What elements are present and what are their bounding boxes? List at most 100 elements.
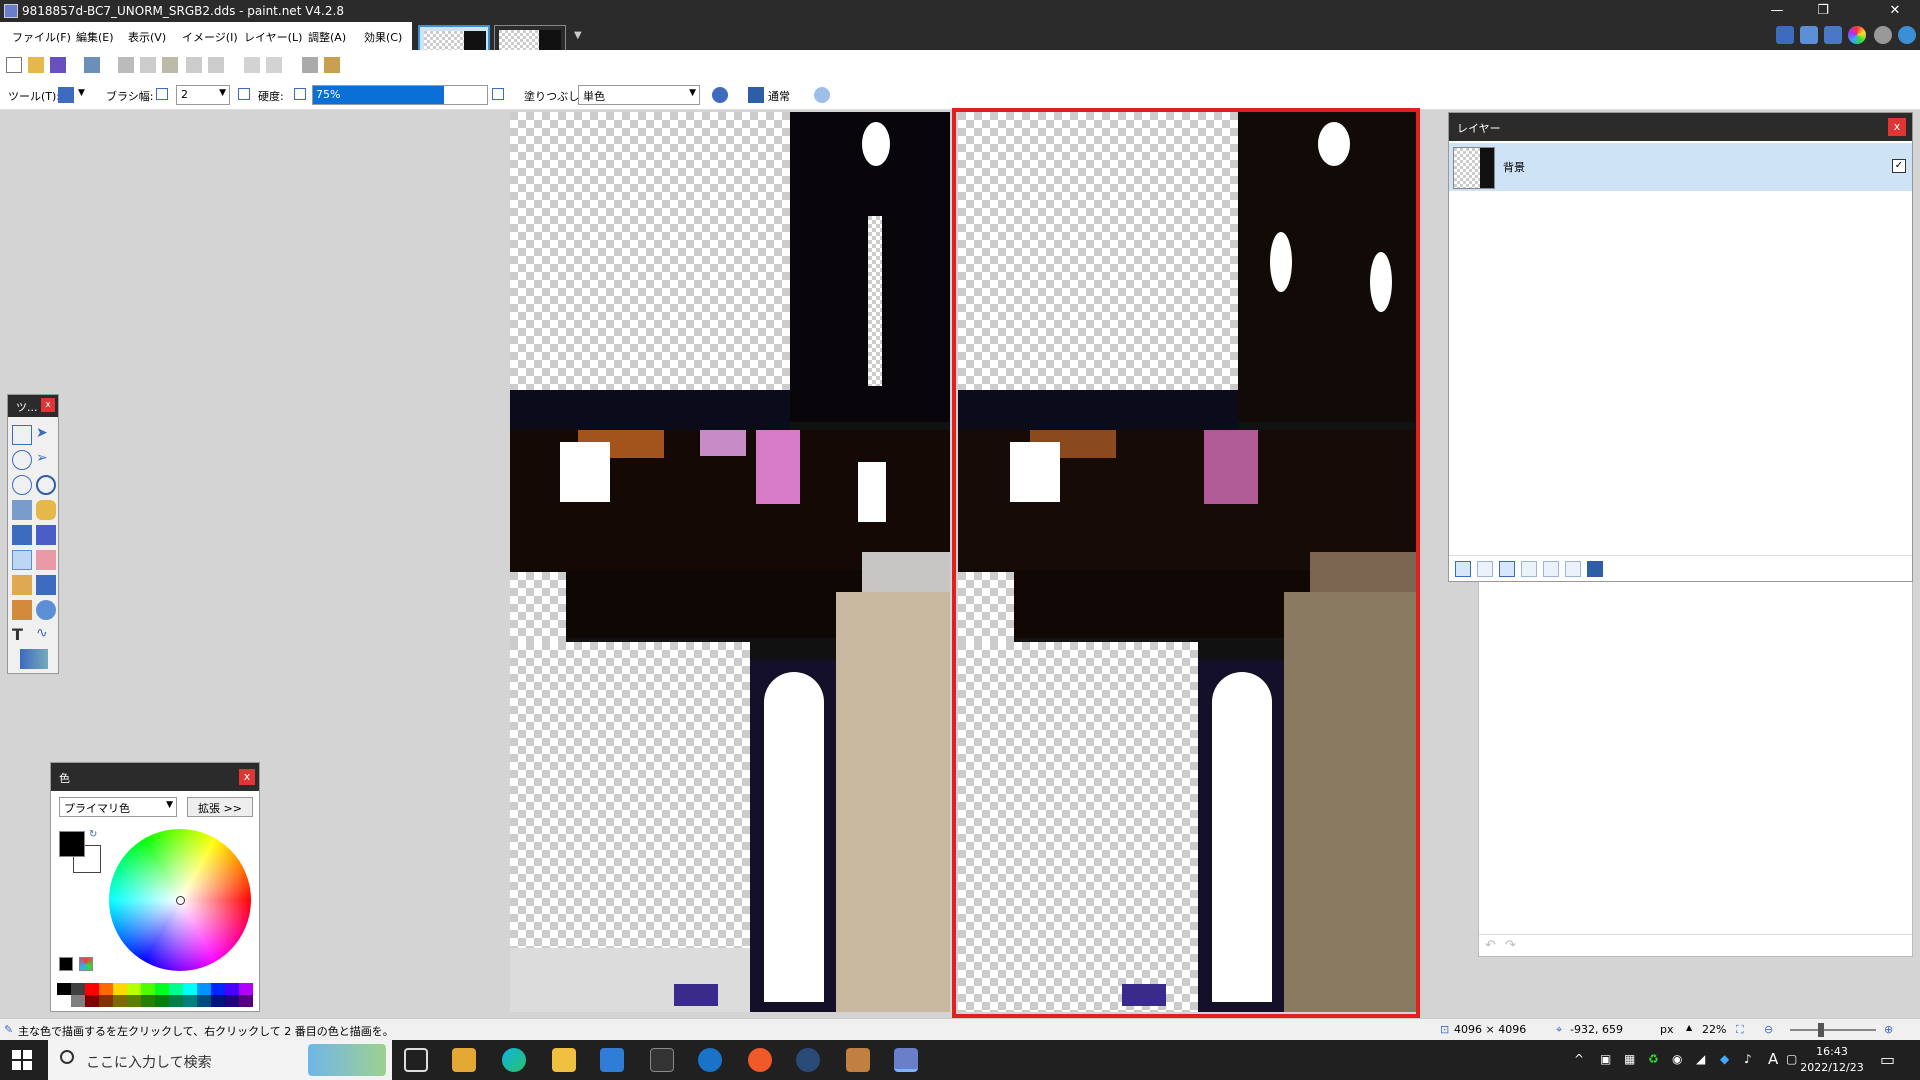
help-icon[interactable] bbox=[1898, 26, 1916, 44]
pan-tool-icon[interactable] bbox=[36, 500, 56, 520]
antialiasing-icon[interactable] bbox=[712, 87, 728, 103]
duplicate-layer-icon[interactable] bbox=[1499, 561, 1515, 577]
zoom-in-icon[interactable]: ⊕ bbox=[1884, 1023, 1893, 1036]
palette-swatch[interactable] bbox=[57, 995, 71, 1007]
tools-window-icon[interactable] bbox=[1776, 26, 1794, 44]
deselect-icon[interactable] bbox=[208, 57, 224, 73]
palette-swatch[interactable] bbox=[169, 983, 183, 995]
print-icon[interactable] bbox=[84, 57, 100, 73]
recolor-tool-icon[interactable] bbox=[36, 600, 56, 620]
palette-swatch[interactable] bbox=[225, 983, 239, 995]
ruler-icon[interactable] bbox=[324, 57, 340, 73]
reset-colors-icon[interactable] bbox=[59, 957, 73, 971]
close-icon[interactable]: x bbox=[239, 769, 255, 785]
palette-swatch[interactable] bbox=[183, 995, 197, 1007]
ellipse-select-tool-icon[interactable] bbox=[12, 475, 32, 495]
palette-swatch[interactable] bbox=[71, 995, 85, 1007]
rectangle-select-tool-icon[interactable] bbox=[12, 425, 32, 445]
origin-icon[interactable] bbox=[748, 1048, 772, 1072]
palette-swatch[interactable] bbox=[85, 983, 99, 995]
save-icon[interactable] bbox=[50, 57, 66, 73]
tab-overflow-icon[interactable]: ▼ bbox=[574, 30, 582, 41]
game-app-icon[interactable] bbox=[846, 1048, 870, 1072]
tools-panel-header[interactable]: ツ... x bbox=[8, 395, 58, 417]
move-up-icon[interactable] bbox=[1543, 561, 1559, 577]
expand-button[interactable]: 拡張 >> bbox=[187, 797, 253, 817]
clock[interactable]: 16:43 2022/12/23 bbox=[1800, 1044, 1864, 1076]
layer-properties-icon[interactable] bbox=[1587, 561, 1603, 577]
palette-swatch[interactable] bbox=[211, 995, 225, 1007]
network-icon[interactable]: ◢ bbox=[1696, 1052, 1705, 1066]
move-down-icon[interactable] bbox=[1565, 561, 1581, 577]
steam-icon[interactable] bbox=[796, 1048, 820, 1072]
palette-swatch[interactable] bbox=[225, 995, 239, 1007]
redo-icon[interactable] bbox=[266, 57, 282, 73]
paintbrush-tool-icon[interactable] bbox=[12, 550, 32, 570]
palette-swatch[interactable] bbox=[99, 983, 113, 995]
speaker-icon[interactable]: ♪ bbox=[1744, 1052, 1752, 1066]
restore-button[interactable]: ❐ bbox=[1800, 0, 1846, 22]
open-folder-icon[interactable] bbox=[28, 57, 44, 73]
paintnet-taskbar-icon[interactable] bbox=[894, 1048, 918, 1072]
palette-swatch[interactable] bbox=[127, 995, 141, 1007]
palette-swatch[interactable] bbox=[169, 995, 183, 1007]
shapes-tool-icon[interactable] bbox=[20, 649, 48, 669]
swap-colors-icon[interactable]: ↻ bbox=[89, 829, 97, 840]
palette-swatch[interactable] bbox=[141, 983, 155, 995]
close-icon[interactable]: x bbox=[41, 398, 55, 412]
alpha-blending-icon[interactable] bbox=[814, 87, 830, 103]
color-wheel[interactable] bbox=[109, 829, 251, 971]
units-selector[interactable]: px bbox=[1660, 1023, 1674, 1036]
palette-swatch[interactable] bbox=[197, 995, 211, 1007]
gradient-tool-icon[interactable] bbox=[36, 525, 56, 545]
layer-item[interactable]: 背景 ✓ bbox=[1449, 143, 1912, 191]
text-tool-icon[interactable]: T bbox=[12, 625, 32, 645]
recycle-tray-icon[interactable]: ♻ bbox=[1648, 1052, 1659, 1066]
edge-browser-icon[interactable] bbox=[502, 1048, 526, 1072]
media-player-icon[interactable] bbox=[452, 1048, 476, 1072]
palette-swatch[interactable] bbox=[141, 995, 155, 1007]
decrease-width-icon[interactable] bbox=[156, 88, 168, 100]
palette-swatch[interactable] bbox=[127, 983, 141, 995]
hardness-slider[interactable]: 75% bbox=[312, 85, 488, 105]
bluetooth-icon[interactable]: ◆ bbox=[1720, 1052, 1729, 1066]
palette-swatch[interactable] bbox=[183, 983, 197, 995]
paint-bucket-tool-icon[interactable] bbox=[12, 525, 32, 545]
primary-color-swatch[interactable] bbox=[59, 831, 85, 857]
zoom-tool-icon[interactable] bbox=[36, 475, 56, 495]
undo-icon[interactable] bbox=[244, 57, 260, 73]
palette-swatch[interactable] bbox=[211, 983, 225, 995]
windows-start-icon[interactable] bbox=[12, 1050, 32, 1070]
palette-swatch[interactable] bbox=[57, 983, 71, 995]
line-curve-tool-icon[interactable]: ∿ bbox=[36, 625, 56, 645]
menu-layers[interactable]: レイヤー(L) bbox=[244, 29, 302, 45]
increase-width-icon[interactable] bbox=[238, 88, 250, 100]
palette-menu-icon[interactable] bbox=[79, 957, 93, 971]
undo-icon[interactable]: ↶ bbox=[1485, 938, 1496, 953]
menu-image[interactable]: イメージ(I) bbox=[182, 29, 238, 45]
palette-swatch[interactable] bbox=[113, 995, 127, 1007]
layers-panel-header[interactable]: レイヤー x bbox=[1449, 113, 1912, 141]
delete-layer-icon[interactable] bbox=[1477, 561, 1493, 577]
paintbrush-tool-icon[interactable] bbox=[58, 87, 74, 103]
palette-swatch[interactable] bbox=[113, 983, 127, 995]
display-tray-icon[interactable]: ▦ bbox=[1624, 1052, 1635, 1066]
pencil-tool-icon[interactable] bbox=[12, 575, 32, 595]
menu-adjustments[interactable]: 調整(A) bbox=[308, 29, 346, 45]
new-file-icon[interactable] bbox=[6, 57, 22, 73]
lasso-select-tool-icon[interactable] bbox=[12, 450, 32, 470]
steam-tray-icon[interactable]: ◉ bbox=[1672, 1052, 1682, 1066]
minimize-button[interactable]: — bbox=[1754, 0, 1800, 22]
epic-tray-icon[interactable]: ▣ bbox=[1600, 1052, 1611, 1066]
paste-icon[interactable] bbox=[162, 57, 178, 73]
clipboard-tray-icon[interactable]: ▢ bbox=[1786, 1052, 1797, 1066]
zoom-out-icon[interactable]: ⊖ bbox=[1764, 1023, 1773, 1036]
zoom-slider-thumb[interactable] bbox=[1818, 1023, 1824, 1037]
show-hidden-icons-icon[interactable]: ^ bbox=[1574, 1052, 1584, 1066]
move-selection-tool-icon[interactable]: ➢ bbox=[36, 450, 56, 470]
zoom-slider[interactable] bbox=[1790, 1029, 1876, 1031]
cut-icon[interactable] bbox=[118, 57, 134, 73]
settings-gear-icon[interactable] bbox=[1874, 26, 1892, 44]
menu-edit[interactable]: 編集(E) bbox=[76, 29, 114, 45]
palette-swatch[interactable] bbox=[71, 983, 85, 995]
